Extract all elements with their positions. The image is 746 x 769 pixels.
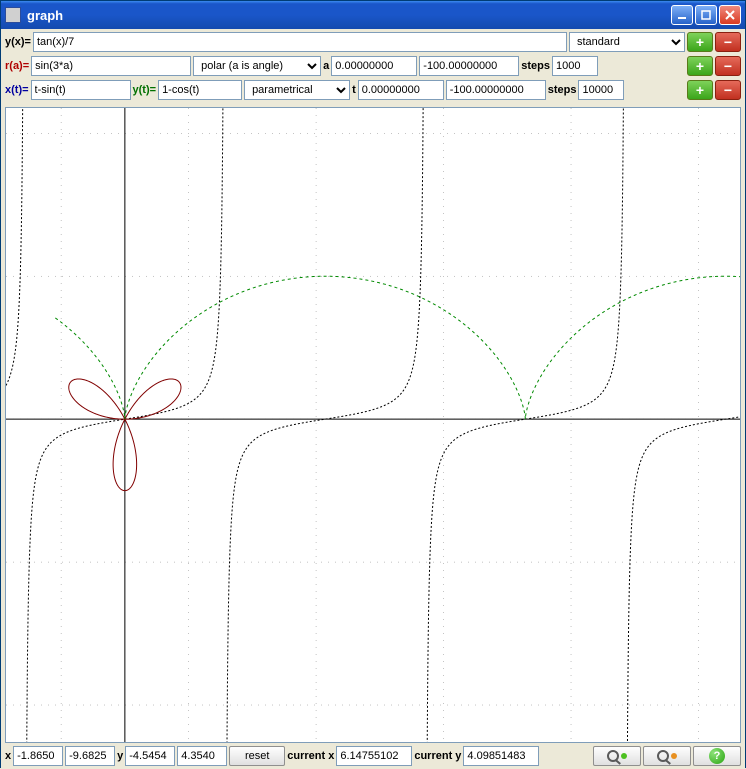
zoom-out-button[interactable]: [643, 746, 691, 766]
minus-icon: −: [724, 82, 732, 98]
xt-label: x(t)=: [5, 84, 29, 96]
input-panel: y(x)= standard + − r(a)= polar (a is ang…: [1, 29, 745, 107]
plus-icon: +: [696, 34, 704, 50]
status-x-from[interactable]: [13, 746, 63, 766]
row-xt: x(t)= y(t)= parametrical t steps + −: [5, 79, 741, 101]
row-ra: r(a)= polar (a is angle) a steps + −: [5, 55, 741, 77]
graph-canvas[interactable]: [5, 107, 741, 743]
xt-expr-input[interactable]: [31, 80, 131, 100]
titlebar: graph: [1, 1, 745, 29]
minus-dot-icon: [671, 753, 677, 759]
ra-label: r(a)=: [5, 60, 29, 72]
ra-steps-input[interactable]: [552, 56, 598, 76]
row-yx: y(x)= standard + −: [5, 31, 741, 53]
status-bar: x y reset current x current y ?: [1, 743, 745, 769]
yx-mode-select[interactable]: standard: [569, 32, 685, 52]
ra-param-label: a: [323, 60, 329, 72]
current-x-value[interactable]: [336, 746, 412, 766]
minus-icon: −: [724, 34, 732, 50]
window-title: graph: [27, 8, 671, 23]
xt-to-input[interactable]: [446, 80, 546, 100]
zoom-in-button[interactable]: [593, 746, 641, 766]
xt-add-button[interactable]: +: [687, 80, 713, 100]
ra-to-input[interactable]: [419, 56, 519, 76]
status-x-label: x: [5, 750, 11, 762]
yx-expr-input[interactable]: [33, 32, 567, 52]
status-y-label: y: [117, 750, 123, 762]
minus-icon: −: [724, 58, 732, 74]
magnifier-icon: [607, 750, 619, 762]
yx-label: y(x)=: [5, 36, 31, 48]
magnifier-icon: [657, 750, 669, 762]
plus-icon: +: [696, 58, 704, 74]
plus-dot-icon: [621, 753, 627, 759]
ra-remove-button[interactable]: −: [715, 56, 741, 76]
yt-label: y(t)=: [133, 84, 157, 96]
maximize-button[interactable]: [695, 5, 717, 25]
ra-steps-label: steps: [521, 60, 550, 72]
close-button[interactable]: [719, 5, 741, 25]
current-y-value[interactable]: [463, 746, 539, 766]
yt-expr-input[interactable]: [158, 80, 242, 100]
graph-svg: [6, 108, 741, 743]
ra-from-input[interactable]: [331, 56, 417, 76]
status-y-from[interactable]: [125, 746, 175, 766]
help-icon: ?: [709, 748, 725, 764]
current-x-label: current x: [287, 750, 334, 762]
xt-steps-label: steps: [548, 84, 577, 96]
xt-remove-button[interactable]: −: [715, 80, 741, 100]
ra-add-button[interactable]: +: [687, 56, 713, 76]
current-y-label: current y: [414, 750, 461, 762]
yx-add-button[interactable]: +: [687, 32, 713, 52]
xt-from-input[interactable]: [358, 80, 444, 100]
yx-remove-button[interactable]: −: [715, 32, 741, 52]
plus-icon: +: [696, 82, 704, 98]
status-y-to[interactable]: [177, 746, 227, 766]
xt-steps-input[interactable]: [578, 80, 624, 100]
app-icon: [5, 7, 21, 23]
reset-button[interactable]: reset: [229, 746, 285, 766]
ra-mode-select[interactable]: polar (a is angle): [193, 56, 321, 76]
xt-param-label: t: [352, 84, 356, 96]
ra-expr-input[interactable]: [31, 56, 191, 76]
xt-mode-select[interactable]: parametrical: [244, 80, 350, 100]
status-x-to[interactable]: [65, 746, 115, 766]
minimize-button[interactable]: [671, 5, 693, 25]
help-button[interactable]: ?: [693, 746, 741, 766]
